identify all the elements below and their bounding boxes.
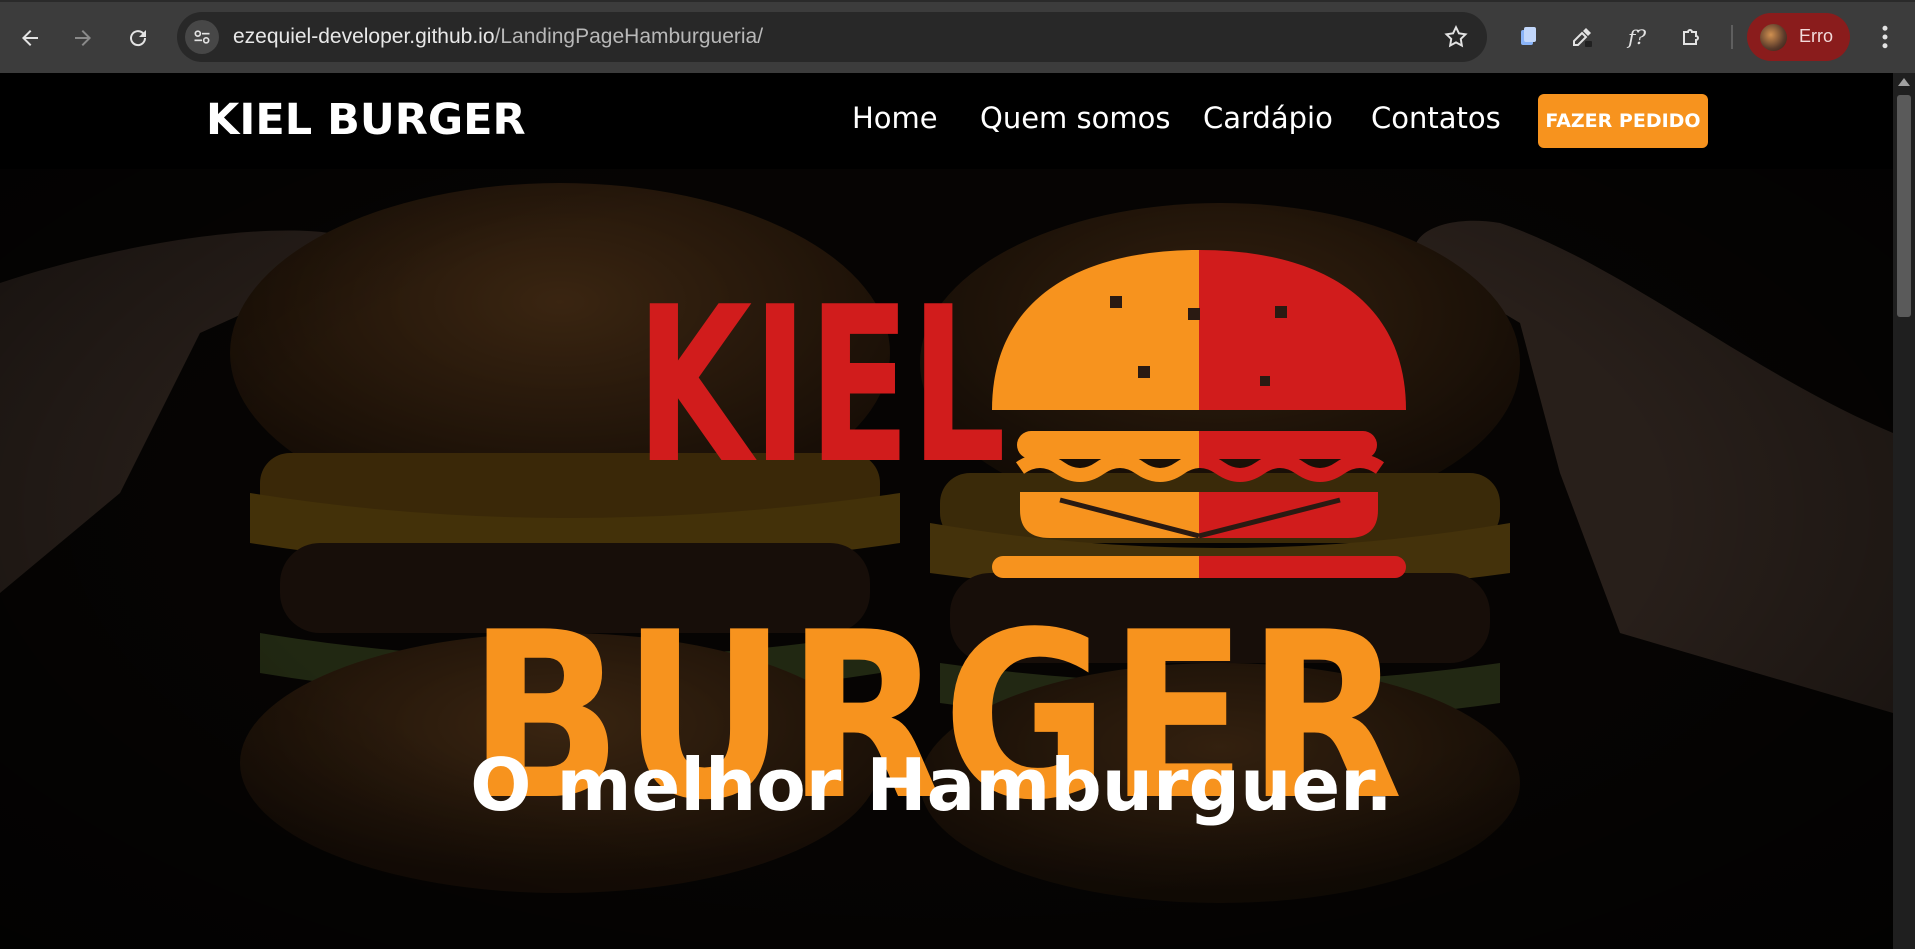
document-copy-icon — [1521, 27, 1536, 45]
page-viewport: KIEL BURGER KIEL BURGER Home Quem somos … — [0, 73, 1893, 949]
extension-eyedropper-button[interactable] — [1565, 20, 1599, 54]
scroll-thumb[interactable] — [1897, 95, 1911, 317]
forward-button[interactable] — [63, 18, 103, 58]
url-host: ezequiel-developer.github.io — [233, 25, 495, 48]
star-icon[interactable] — [1443, 24, 1469, 50]
tab-strip-edge — [0, 0, 1915, 2]
nav-link-contatos[interactable]: Contatos — [1371, 101, 1501, 135]
puzzle-icon — [1683, 29, 1699, 45]
font-identifier-icon[interactable]: f? — [1620, 20, 1654, 54]
back-button[interactable] — [10, 18, 50, 58]
reload-icon — [130, 30, 147, 47]
nav-link-quem-somos[interactable]: Quem somos — [980, 101, 1170, 135]
extension-copy-button[interactable] — [1510, 20, 1544, 54]
toolbar-divider — [1731, 25, 1733, 49]
address-bar[interactable]: ezequiel-developer.github.io/LandingPage… — [177, 12, 1487, 62]
profile-button[interactable]: Erro — [1747, 13, 1850, 61]
nav-link-home[interactable]: Home — [852, 101, 938, 135]
kiel-burger-logo: KIEL BURGER — [468, 250, 1406, 828]
nav-link-cardapio[interactable]: Cardápio — [1203, 101, 1333, 135]
back-arrow-icon — [22, 30, 38, 46]
site-info-button[interactable] — [185, 20, 219, 54]
more-vertical-icon[interactable] — [1870, 22, 1900, 52]
site-settings-icon — [194, 30, 210, 44]
page-scrollbar[interactable] — [1893, 73, 1915, 949]
site-brand[interactable]: KIEL BURGER — [206, 95, 526, 145]
eyedropper-icon — [1573, 28, 1592, 47]
hero-tagline: O melhor Hamburguer. — [0, 743, 1893, 827]
profile-name: Erro — [1799, 26, 1834, 46]
browser-toolbar: ezequiel-developer.github.io/LandingPage… — [0, 0, 1915, 73]
logo-text-kiel: KIEL — [636, 260, 1006, 511]
avatar — [1760, 24, 1787, 51]
scroll-up-arrow-icon[interactable] — [1898, 78, 1910, 86]
reload-button[interactable] — [118, 18, 158, 58]
url-path: /LandingPageHamburgueria/ — [494, 25, 764, 48]
forward-arrow-icon — [75, 30, 91, 46]
hero-tagline-text: O melhor Hamburguer. — [470, 743, 1393, 827]
fazer-pedido-button[interactable]: FAZER PEDIDO — [1538, 94, 1708, 148]
url-text[interactable]: ezequiel-developer.github.io/LandingPage… — [233, 25, 763, 49]
extensions-button[interactable] — [1674, 20, 1708, 54]
site-header: KIEL BURGER Home Quem somos Cardápio Con… — [0, 73, 1893, 169]
